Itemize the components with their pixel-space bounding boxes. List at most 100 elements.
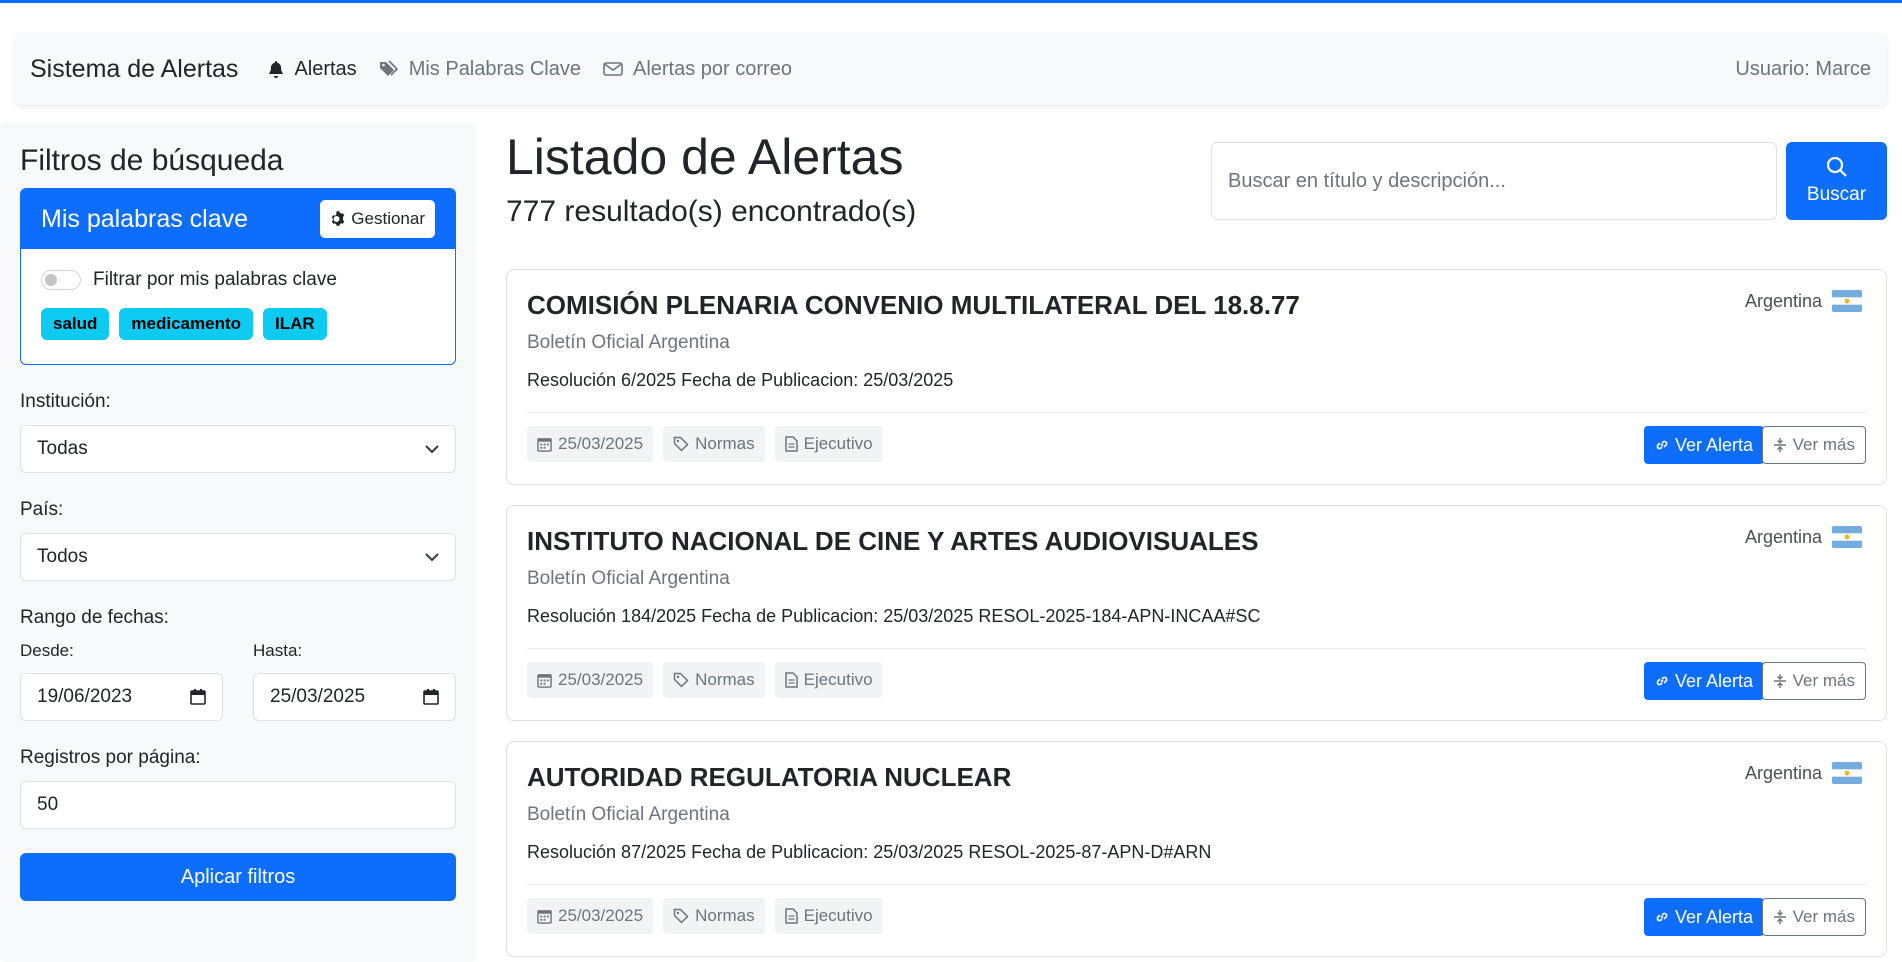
apply-filters-button[interactable]: Aplicar filtros <box>20 853 456 901</box>
keyword-filter-row: Filtrar por mis palabras clave <box>41 269 435 291</box>
tag-icon <box>673 672 689 688</box>
chevron-down-icon <box>425 552 439 561</box>
manage-keywords-button[interactable]: Gestionar <box>320 200 435 238</box>
alert-source: Boletín Oficial Argentina <box>527 804 730 825</box>
alert-description: Resolución 184/2025 Fecha de Publicacion… <box>527 606 1261 626</box>
alert-power: Ejecutivo <box>803 670 873 689</box>
date-to-input[interactable]: 25/03/2025 <box>253 673 456 721</box>
alert-country: Argentina <box>1745 526 1862 548</box>
gear-icon <box>331 211 345 226</box>
top-accent-line <box>0 0 1902 3</box>
more-label: Ver más <box>1792 671 1855 690</box>
pais-value: Todos <box>37 546 88 567</box>
pais-label: País: <box>20 499 64 520</box>
alert-title[interactable]: AUTORIDAD REGULATORIA NUCLEAR <box>527 762 1011 793</box>
expand-icon <box>1773 674 1786 688</box>
date-to-label: Hasta: <box>253 641 303 660</box>
alert-category-badge: Normas <box>663 662 765 698</box>
document-icon <box>784 908 798 924</box>
card-divider <box>527 884 1866 885</box>
alert-description: Resolución 87/2025 Fecha de Publicacion:… <box>527 842 1212 862</box>
alert-date-badge: 25/03/2025 <box>527 426 654 462</box>
nav-alertas-por-correo-label: Alertas por correo <box>632 57 792 80</box>
alert-card: AUTORIDAD REGULATORIA NUCLEAR Argentina … <box>506 741 1887 957</box>
more-label: Ver más <box>1792 435 1855 454</box>
document-icon <box>784 436 798 452</box>
view-alert-label: Ver Alerta <box>1674 670 1753 691</box>
alert-date: 25/03/2025 <box>558 434 644 453</box>
pais-select[interactable]: Todos <box>20 533 456 581</box>
search-button[interactable]: Buscar <box>1786 142 1887 220</box>
alert-category-badge: Normas <box>663 426 765 462</box>
institucion-select[interactable]: Todas <box>20 425 456 473</box>
alert-badges: 25/03/2025 Normas Ejecutivo <box>527 662 883 698</box>
manage-keywords-label: Gestionar <box>351 209 425 228</box>
date-to-col: Hasta: 25/03/2025 <box>253 641 456 721</box>
alert-title[interactable]: COMISIÓN PLENARIA CONVENIO MULTILATERAL … <box>527 290 1300 321</box>
keyword-tag: salud <box>41 308 110 340</box>
nav-alertas[interactable]: Alertas <box>268 57 357 81</box>
calendar-icon <box>537 437 552 452</box>
brand[interactable]: Sistema de Alertas <box>30 55 238 84</box>
more-button[interactable]: Ver más <box>1761 426 1866 464</box>
view-alert-button[interactable]: Ver Alerta <box>1643 662 1764 700</box>
calendar-icon <box>423 689 439 705</box>
alert-power-badge: Ejecutivo <box>774 662 883 698</box>
keywords-card: Mis palabras clave Gestionar Filtrar por… <box>20 188 456 365</box>
card-divider <box>527 648 1866 649</box>
date-from-value: 19/06/2023 <box>37 686 133 707</box>
alert-badges: 25/03/2025 Normas Ejecutivo <box>527 898 883 934</box>
keyword-filter-label: Filtrar por mis palabras clave <box>93 269 337 290</box>
nav-alertas-label: Alertas <box>294 57 357 80</box>
date-range: Desde: 19/06/2023 Hasta: 25/03/2025 <box>20 641 456 721</box>
registros-input[interactable]: 50 <box>20 781 456 829</box>
alert-country-label: Argentina <box>1744 290 1822 311</box>
card-divider <box>527 412 1866 413</box>
date-from-input[interactable]: 19/06/2023 <box>20 673 223 721</box>
argentina-flag-icon <box>1832 526 1862 548</box>
view-alert-label: Ver Alerta <box>1674 434 1753 455</box>
alert-title[interactable]: INSTITUTO NACIONAL DE CINE Y ARTES AUDIO… <box>527 526 1258 557</box>
keywords-card-body: Filtrar por mis palabras clave salud med… <box>21 249 455 364</box>
alert-source: Boletín Oficial Argentina <box>527 568 730 589</box>
alert-card: INSTITUTO NACIONAL DE CINE Y ARTES AUDIO… <box>506 505 1887 721</box>
alert-category-badge: Normas <box>663 898 765 934</box>
date-range-label: Rango de fechas: <box>20 607 169 628</box>
keywords-card-header: Mis palabras clave Gestionar <box>21 189 455 249</box>
main-content: Listado de Alertas 777 resultado(s) enco… <box>506 122 1887 962</box>
view-alert-button[interactable]: Ver Alerta <box>1643 898 1764 936</box>
alert-description: Resolución 6/2025 Fecha de Publicacion: … <box>527 370 954 390</box>
view-alert-button[interactable]: Ver Alerta <box>1643 426 1764 464</box>
institucion-label: Institución: <box>20 391 111 412</box>
calendar-icon <box>537 673 552 688</box>
calendar-icon <box>537 909 552 924</box>
alert-country: Argentina <box>1745 762 1862 784</box>
alert-power-badge: Ejecutivo <box>774 426 883 462</box>
nav-mis-palabras-clave[interactable]: Mis Palabras Clave <box>379 58 581 81</box>
alert-country: Argentina <box>1745 290 1862 312</box>
user-label: Usuario: Marce <box>1735 57 1871 80</box>
envelope-icon <box>603 62 623 76</box>
registros-value: 50 <box>37 794 59 815</box>
keyword-filter-switch[interactable] <box>41 270 81 290</box>
filters-title: Filtros de búsqueda <box>20 144 284 177</box>
nav-alertas-por-correo[interactable]: Alertas por correo <box>603 58 792 81</box>
more-label: Ver más <box>1792 907 1855 926</box>
date-to-value: 25/03/2025 <box>270 686 366 707</box>
institucion-value: Todas <box>37 438 88 459</box>
alert-power-badge: Ejecutivo <box>774 898 883 934</box>
search-input[interactable]: Buscar en título y descripción... <box>1211 142 1777 220</box>
date-from-label: Desde: <box>20 641 74 660</box>
keyword-tags: salud medicamento ILAR <box>41 308 435 340</box>
more-button[interactable]: Ver más <box>1761 662 1866 700</box>
search-button-label: Buscar <box>1806 184 1867 205</box>
alert-source: Boletín Oficial Argentina <box>527 332 730 353</box>
document-icon <box>784 672 798 688</box>
more-button[interactable]: Ver más <box>1761 898 1866 936</box>
filters-sidebar: Filtros de búsqueda Mis palabras clave G… <box>0 122 476 962</box>
apply-filters-label: Aplicar filtros <box>180 865 296 888</box>
page-title: Listado de Alertas <box>506 129 904 185</box>
alert-date: 25/03/2025 <box>558 906 644 925</box>
alert-country-label: Argentina <box>1744 526 1822 547</box>
registros-label: Registros por página: <box>20 747 201 768</box>
